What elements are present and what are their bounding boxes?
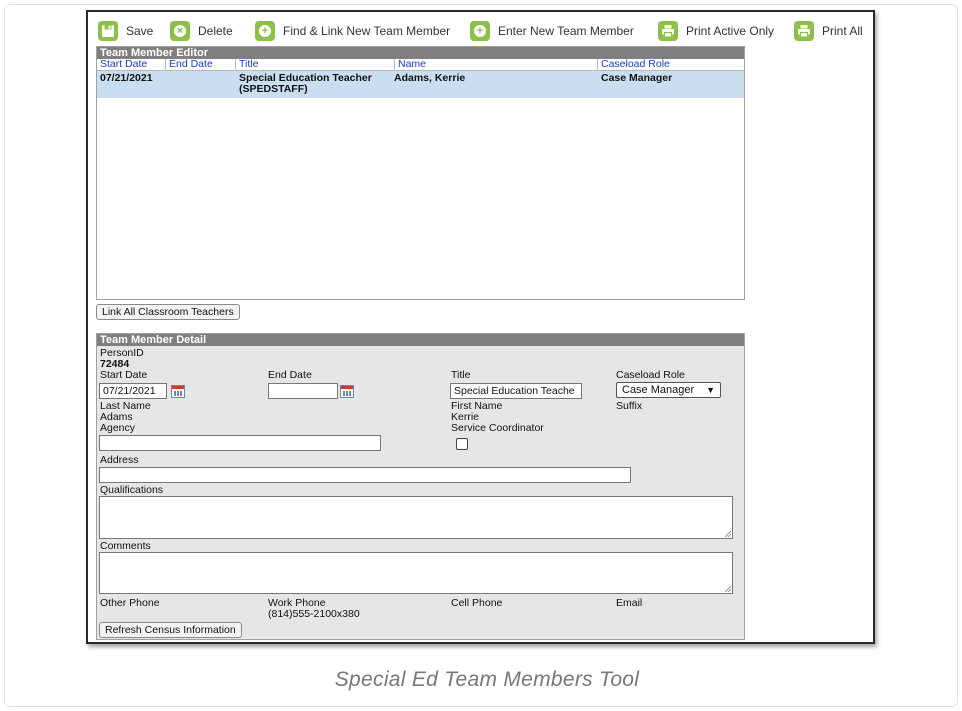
calendar-icon[interactable] bbox=[340, 385, 354, 398]
agency-label: Agency bbox=[100, 422, 136, 434]
suffix-label: Suffix bbox=[616, 400, 643, 412]
find-link-label: Find & Link New Team Member bbox=[283, 24, 451, 38]
team-members-screenshot: Save × Delete + Find & Link New Team Mem… bbox=[86, 10, 875, 644]
caseload-role-label: Caseload Role bbox=[616, 369, 685, 381]
print-active-label: Print Active Only bbox=[686, 24, 775, 38]
toolbar: Save × Delete + Find & Link New Team Mem… bbox=[94, 18, 873, 44]
printer-icon bbox=[658, 21, 678, 41]
enter-new-member-button[interactable]: + Enter New Team Member bbox=[470, 19, 634, 43]
table-row[interactable]: 07/21/2021 Special Education Teacher (SP… bbox=[97, 71, 744, 98]
detail-title: Team Member Detail bbox=[97, 334, 744, 346]
col-caseload-role[interactable]: Caseload Role bbox=[597, 59, 670, 70]
add-icon: + bbox=[470, 21, 490, 41]
qualifications-label: Qualifications bbox=[100, 484, 164, 496]
team-member-detail: Team Member Detail PersonID 72484 Start … bbox=[96, 333, 745, 640]
caseload-role-select[interactable]: Case Manager ▼ bbox=[616, 382, 721, 398]
address-input[interactable] bbox=[99, 467, 631, 483]
team-member-editor: Team Member Editor Start Date End Date T… bbox=[96, 46, 745, 300]
email-label: Email bbox=[616, 597, 643, 609]
print-all-label: Print All bbox=[822, 24, 863, 38]
save-icon bbox=[98, 21, 118, 41]
agency-input[interactable] bbox=[99, 435, 381, 451]
enter-new-label: Enter New Team Member bbox=[498, 24, 634, 38]
save-button[interactable]: Save bbox=[98, 19, 153, 43]
service-coordinator-checkbox[interactable] bbox=[456, 438, 468, 450]
comments-textarea[interactable] bbox=[99, 552, 733, 594]
link-all-classroom-teachers-button[interactable]: Link All Classroom Teachers bbox=[96, 304, 240, 320]
row-name: Adams, Kerrie bbox=[394, 72, 466, 84]
col-end-date[interactable]: End Date bbox=[165, 59, 213, 70]
col-title[interactable]: Title bbox=[235, 59, 258, 70]
start-date-input[interactable] bbox=[99, 383, 167, 399]
row-title: Special Education Teacher (SPEDSTAFF) bbox=[239, 73, 372, 95]
delete-icon: × bbox=[170, 21, 190, 41]
find-link-new-member-button[interactable]: + Find & Link New Team Member bbox=[255, 19, 450, 43]
refresh-census-button[interactable]: Refresh Census Information bbox=[99, 622, 242, 638]
print-all-button[interactable]: Print All bbox=[794, 19, 863, 43]
editor-column-headers: Start Date End Date Title Name Caseload … bbox=[97, 59, 744, 71]
qualifications-textarea[interactable] bbox=[99, 496, 733, 539]
end-date-label: End Date bbox=[268, 369, 312, 381]
calendar-icon[interactable] bbox=[171, 385, 185, 398]
row-title-line2: (SPEDSTAFF) bbox=[239, 83, 308, 95]
service-coordinator-label: Service Coordinator bbox=[451, 422, 544, 434]
delete-label: Delete bbox=[198, 24, 233, 38]
delete-button[interactable]: × Delete bbox=[170, 19, 233, 43]
add-icon: + bbox=[255, 21, 275, 41]
start-date-label: Start Date bbox=[100, 369, 148, 381]
chevron-down-icon: ▼ bbox=[706, 385, 715, 395]
save-label: Save bbox=[126, 24, 154, 38]
title-input[interactable] bbox=[450, 383, 582, 399]
caseload-role-selected: Case Manager bbox=[622, 384, 695, 396]
print-active-only-button[interactable]: Print Active Only bbox=[658, 19, 774, 43]
comments-label: Comments bbox=[100, 540, 151, 552]
title-label: Title bbox=[451, 369, 471, 381]
end-date-input[interactable] bbox=[268, 383, 338, 399]
work-phone-value: (814)555-2100x380 bbox=[268, 608, 360, 620]
row-start-date: 07/21/2021 bbox=[100, 72, 153, 84]
figure-caption: Special Ed Team Members Tool bbox=[334, 668, 640, 691]
other-phone-label: Other Phone bbox=[100, 597, 160, 609]
cell-phone-label: Cell Phone bbox=[451, 597, 503, 609]
col-start-date[interactable]: Start Date bbox=[97, 59, 147, 70]
address-label: Address bbox=[100, 454, 139, 466]
col-name[interactable]: Name bbox=[394, 59, 426, 70]
printer-icon bbox=[794, 21, 814, 41]
row-caseload-role: Case Manager bbox=[601, 72, 673, 84]
